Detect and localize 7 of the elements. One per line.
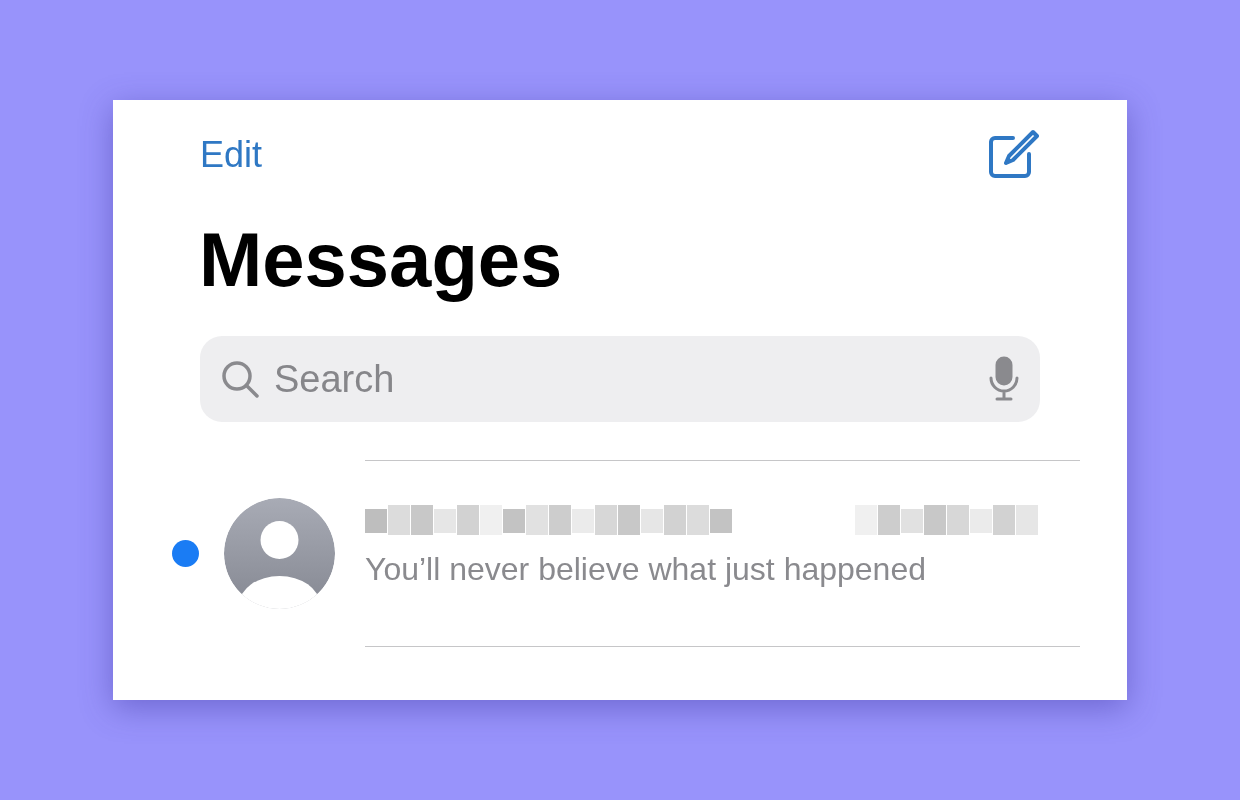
avatar-icon xyxy=(224,498,335,609)
edit-button[interactable]: Edit xyxy=(200,137,263,173)
search-input[interactable]: Search xyxy=(274,350,974,408)
message-preview: You’ll never believe what just happened xyxy=(365,552,927,585)
microphone-icon[interactable] xyxy=(988,356,1020,402)
search-field[interactable]: Search xyxy=(200,336,1040,422)
search-icon xyxy=(220,359,260,399)
